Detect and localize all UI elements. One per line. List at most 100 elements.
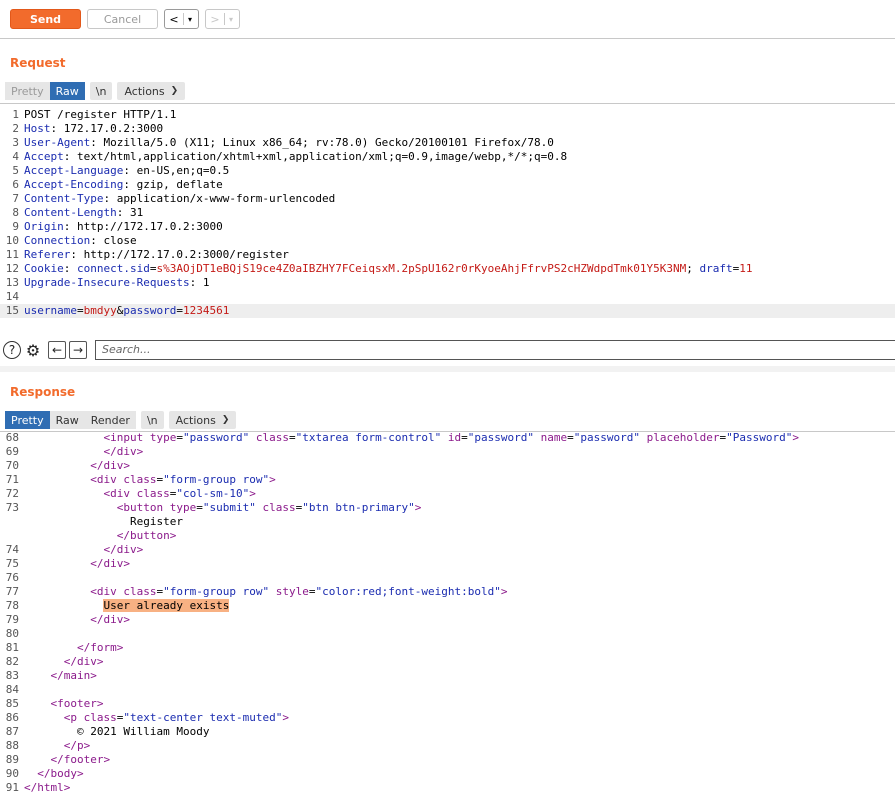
request-line: 1 POST /register HTTP/1.1 [0, 108, 895, 122]
request-header-line: 13 Upgrade-Insecure-Requests: 1 [0, 276, 895, 290]
response-line: 77 <div class="form-group row" style="co… [5, 585, 508, 598]
line-number: 12 [5, 262, 19, 275]
line-number: 13 [5, 276, 19, 289]
header-value: en-US,en;q=0.5 [136, 164, 230, 177]
newline-toggle-button[interactable]: \n [89, 82, 113, 100]
header-name: Origin [24, 220, 64, 233]
request-empty-line: 14 [0, 290, 895, 304]
header-value: gzip, deflate [136, 178, 223, 191]
forward-arrow-icon[interactable]: > [206, 13, 224, 26]
pane-divider[interactable] [0, 366, 895, 372]
tab-pretty[interactable]: Pretty [5, 411, 50, 429]
newline-toggle-button[interactable]: \n [140, 411, 164, 429]
request-header-line: 3 User-Agent: Mozilla/5.0 (X11; Linux x86… [0, 136, 895, 150]
response-line: 88 </p> [5, 739, 91, 752]
header-name: User-Agent [24, 136, 91, 149]
header-value: application/x-www-form-urlencoded [116, 192, 336, 205]
header-name: Content-Length [24, 206, 117, 219]
history-back-group[interactable]: < ▾ [164, 9, 199, 29]
response-line: 81 </form> [5, 641, 124, 654]
gear-icon[interactable]: ⚙ [24, 341, 42, 360]
response-line: 83 </main> [5, 669, 97, 682]
header-name: Cookie [24, 262, 64, 275]
line-number: 8 [12, 206, 19, 219]
request-tabs: Pretty Raw \n Actions ❯ [5, 82, 186, 100]
history-forward-group[interactable]: > ▾ [205, 9, 240, 29]
header-name: Host [24, 122, 51, 135]
response-line: 91 </html> [5, 781, 71, 794]
request-header-line: 2 Host: 172.17.0.2:3000 [0, 122, 895, 136]
header-value: Mozilla/5.0 (X11; Linux x86_64; rv:78.0)… [103, 136, 554, 149]
header-name: Referer [24, 248, 71, 261]
param-name: username [24, 304, 77, 317]
header-value: 1 [202, 276, 210, 289]
response-line: 75 </div> [5, 557, 130, 570]
tab-raw[interactable]: Raw [49, 82, 85, 100]
request-header-line: 5 Accept-Language: en-US,en;q=0.5 [0, 164, 895, 178]
request-editor[interactable]: 1 POST /register HTTP/1.1 2 Host: 172.17.0… [0, 103, 895, 340]
response-line: 76 [5, 571, 19, 584]
request-header-line: 9 Origin: http://172.17.0.2:3000 [0, 220, 895, 234]
line-number: 15 [5, 304, 19, 317]
header-value: text/html,application/xhtml+xml,applicat… [77, 150, 568, 163]
tab-render[interactable]: Render [84, 411, 136, 429]
line-number: 10 [5, 234, 19, 247]
header-name: Upgrade-Insecure-Requests [24, 276, 190, 289]
cookie-value: 11 [739, 262, 753, 275]
response-title: Response [10, 385, 76, 399]
actions-dropdown[interactable]: Actions ❯ [168, 411, 237, 429]
back-arrow-icon[interactable]: ← [48, 341, 66, 359]
request-cookie-line: 12 Cookie: connect.sid=s%3AOjDT1eBQjS19ce… [0, 262, 895, 276]
request-header-line: 7 Content-Type: application/x-www-form-ur… [0, 192, 895, 206]
chevron-down-icon[interactable]: ▾ [225, 15, 237, 24]
response-line: 68 <input type="password" class="txtarea… [5, 431, 799, 444]
cancel-button[interactable]: Cancel [87, 9, 158, 29]
response-line: 80 [5, 627, 19, 640]
header-value: 172.17.0.2:3000 [63, 122, 164, 135]
top-toolbar: Send Cancel < ▾ > ▾ [0, 0, 895, 39]
actions-label: Actions [175, 413, 216, 427]
request-body-line: 15 username=bmdyy&password=1234561 [0, 304, 895, 318]
chevron-down-icon[interactable]: ▾ [184, 15, 196, 24]
header-name: Content-Type [24, 192, 104, 205]
response-tabs: Pretty Raw Render \n Actions ❯ [5, 411, 237, 429]
line-number: 2 [12, 122, 19, 135]
cookie-value: s%3AOjDT1eBQjS19ce4Z0aIBZHY7FCeiqsxM.2pS… [156, 262, 687, 275]
cookie-name: draft [699, 262, 733, 275]
response-line: 84 [5, 683, 19, 696]
chevron-down-icon: ❯ [221, 415, 230, 425]
line-number: 4 [12, 150, 19, 163]
response-line: 70 </div> [5, 459, 130, 472]
response-line: 85 <footer> [5, 697, 104, 710]
response-line: 74 </div> [5, 543, 144, 556]
tab-raw[interactable]: Raw [49, 411, 85, 429]
help-icon[interactable]: ? [3, 341, 21, 359]
back-arrow-icon[interactable]: < [165, 13, 183, 26]
header-name: Accept-Language [24, 164, 124, 177]
request-header-line: 10 Connection: close [0, 234, 895, 248]
cookie-name: connect.sid [77, 262, 150, 275]
header-name: Accept [24, 150, 64, 163]
actions-dropdown[interactable]: Actions ❯ [117, 82, 186, 100]
header-name: Connection [24, 234, 91, 247]
response-line: 79 </div> [5, 613, 130, 626]
header-value: http://172.17.0.2:3000 [77, 220, 223, 233]
line-number: 7 [12, 192, 19, 205]
tab-pretty[interactable]: Pretty [5, 82, 50, 100]
response-line: 73 <button type="submit" class="btn btn-… [5, 501, 422, 514]
request-header-line: 8 Content-Length: 31 [0, 206, 895, 220]
search-input[interactable]: Search... [95, 340, 895, 360]
response-editor[interactable]: 68 <input type="password" class="txtarea… [0, 431, 895, 794]
line-number: 3 [12, 136, 19, 149]
param-value: 1234561 [182, 304, 230, 317]
line-number: 6 [12, 178, 19, 191]
request-header-line: 6 Accept-Encoding: gzip, deflate [0, 178, 895, 192]
search-bar: ? ⚙ ← → Search... [0, 339, 895, 361]
response-line: 89 </footer> [5, 753, 111, 766]
request-header-line: 4 Accept: text/html,application/xhtml+xml… [0, 150, 895, 164]
header-value: 31 [129, 206, 144, 219]
header-value: close [103, 234, 137, 247]
send-button[interactable]: Send [10, 9, 81, 29]
header-name: Accept-Encoding [24, 178, 124, 191]
forward-arrow-icon[interactable]: → [69, 341, 87, 359]
